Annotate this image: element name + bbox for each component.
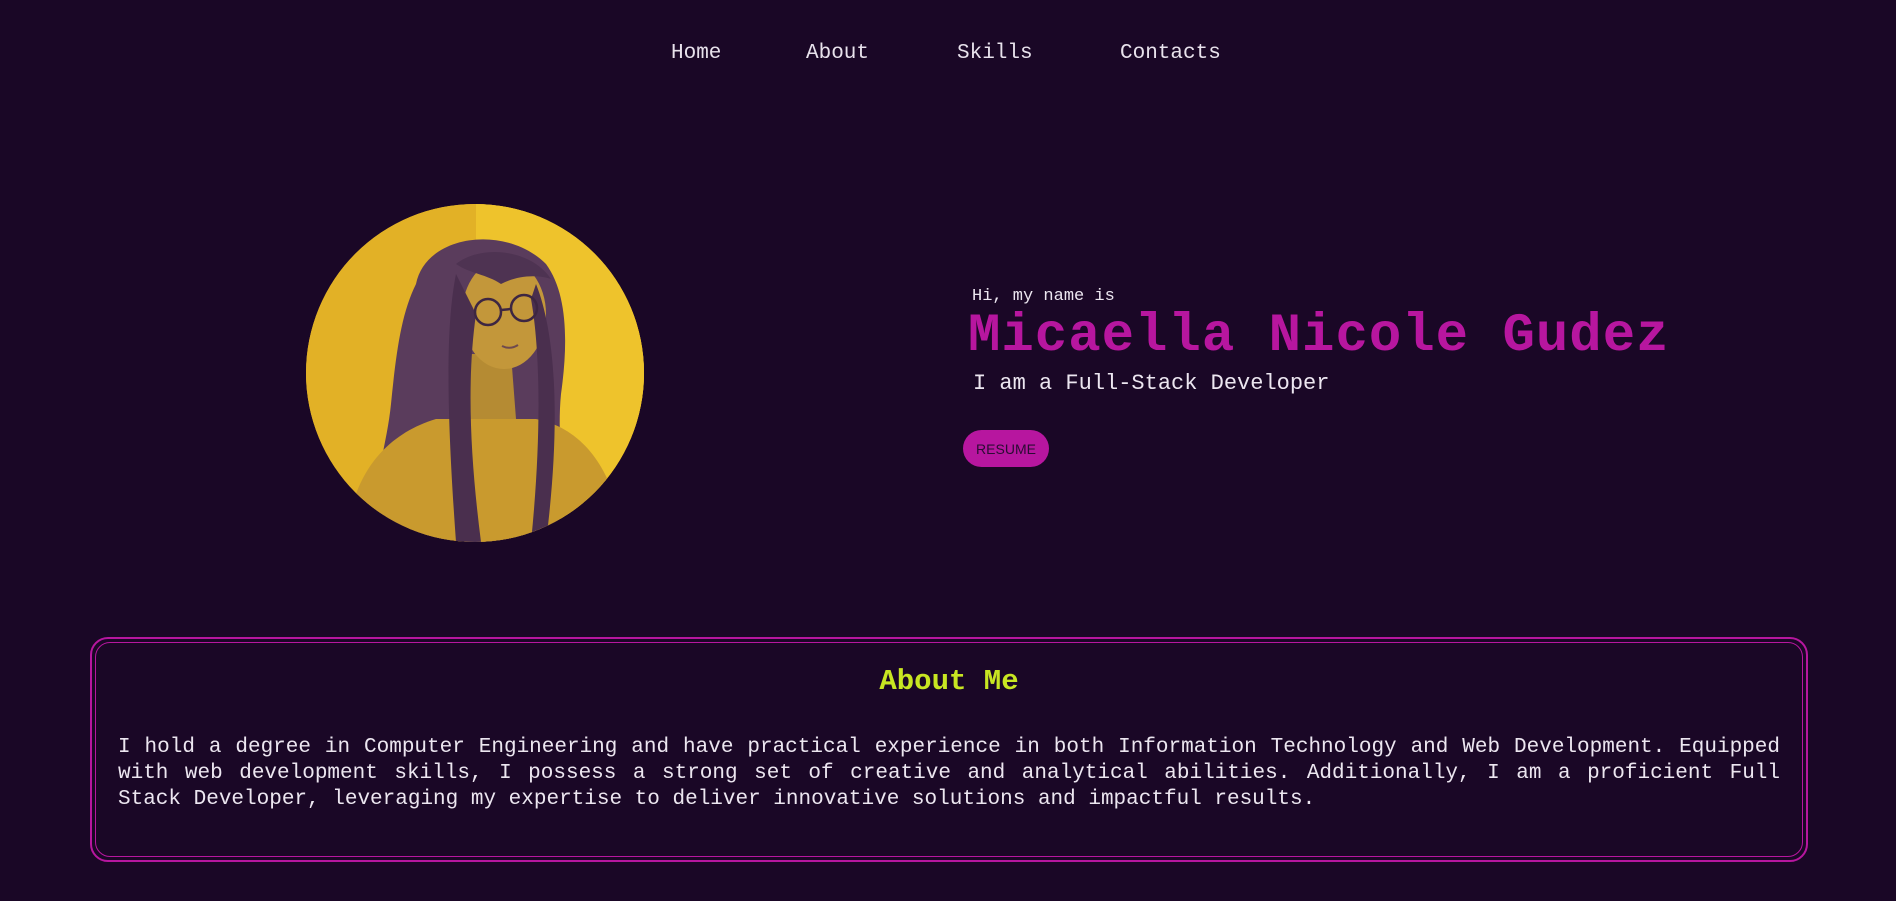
hero-name: Micaella Nicole Gudez: [968, 306, 1670, 367]
about-title: About Me: [879, 665, 1019, 698]
resume-button[interactable]: RESUME: [963, 430, 1049, 467]
hero-role: I am a Full-Stack Developer: [973, 371, 1330, 396]
profile-photo: [306, 204, 644, 542]
nav-about-link[interactable]: About: [806, 42, 869, 65]
nav-contacts-link[interactable]: Contacts: [1120, 42, 1221, 65]
hero-greeting: Hi, my name is: [972, 287, 1115, 306]
top-nav: Home About Skills Contacts: [0, 42, 1896, 72]
portfolio-page: Home About Skills Contacts Hi, my name i…: [0, 0, 1896, 901]
about-text: I hold a degree in Computer Engineering …: [118, 736, 1780, 811]
about-section: About Me I hold a degree in Computer Eng…: [90, 637, 1808, 862]
nav-skills-link[interactable]: Skills: [957, 42, 1033, 65]
nav-home-link[interactable]: Home: [671, 42, 721, 65]
profile-portrait-image: [306, 204, 644, 542]
